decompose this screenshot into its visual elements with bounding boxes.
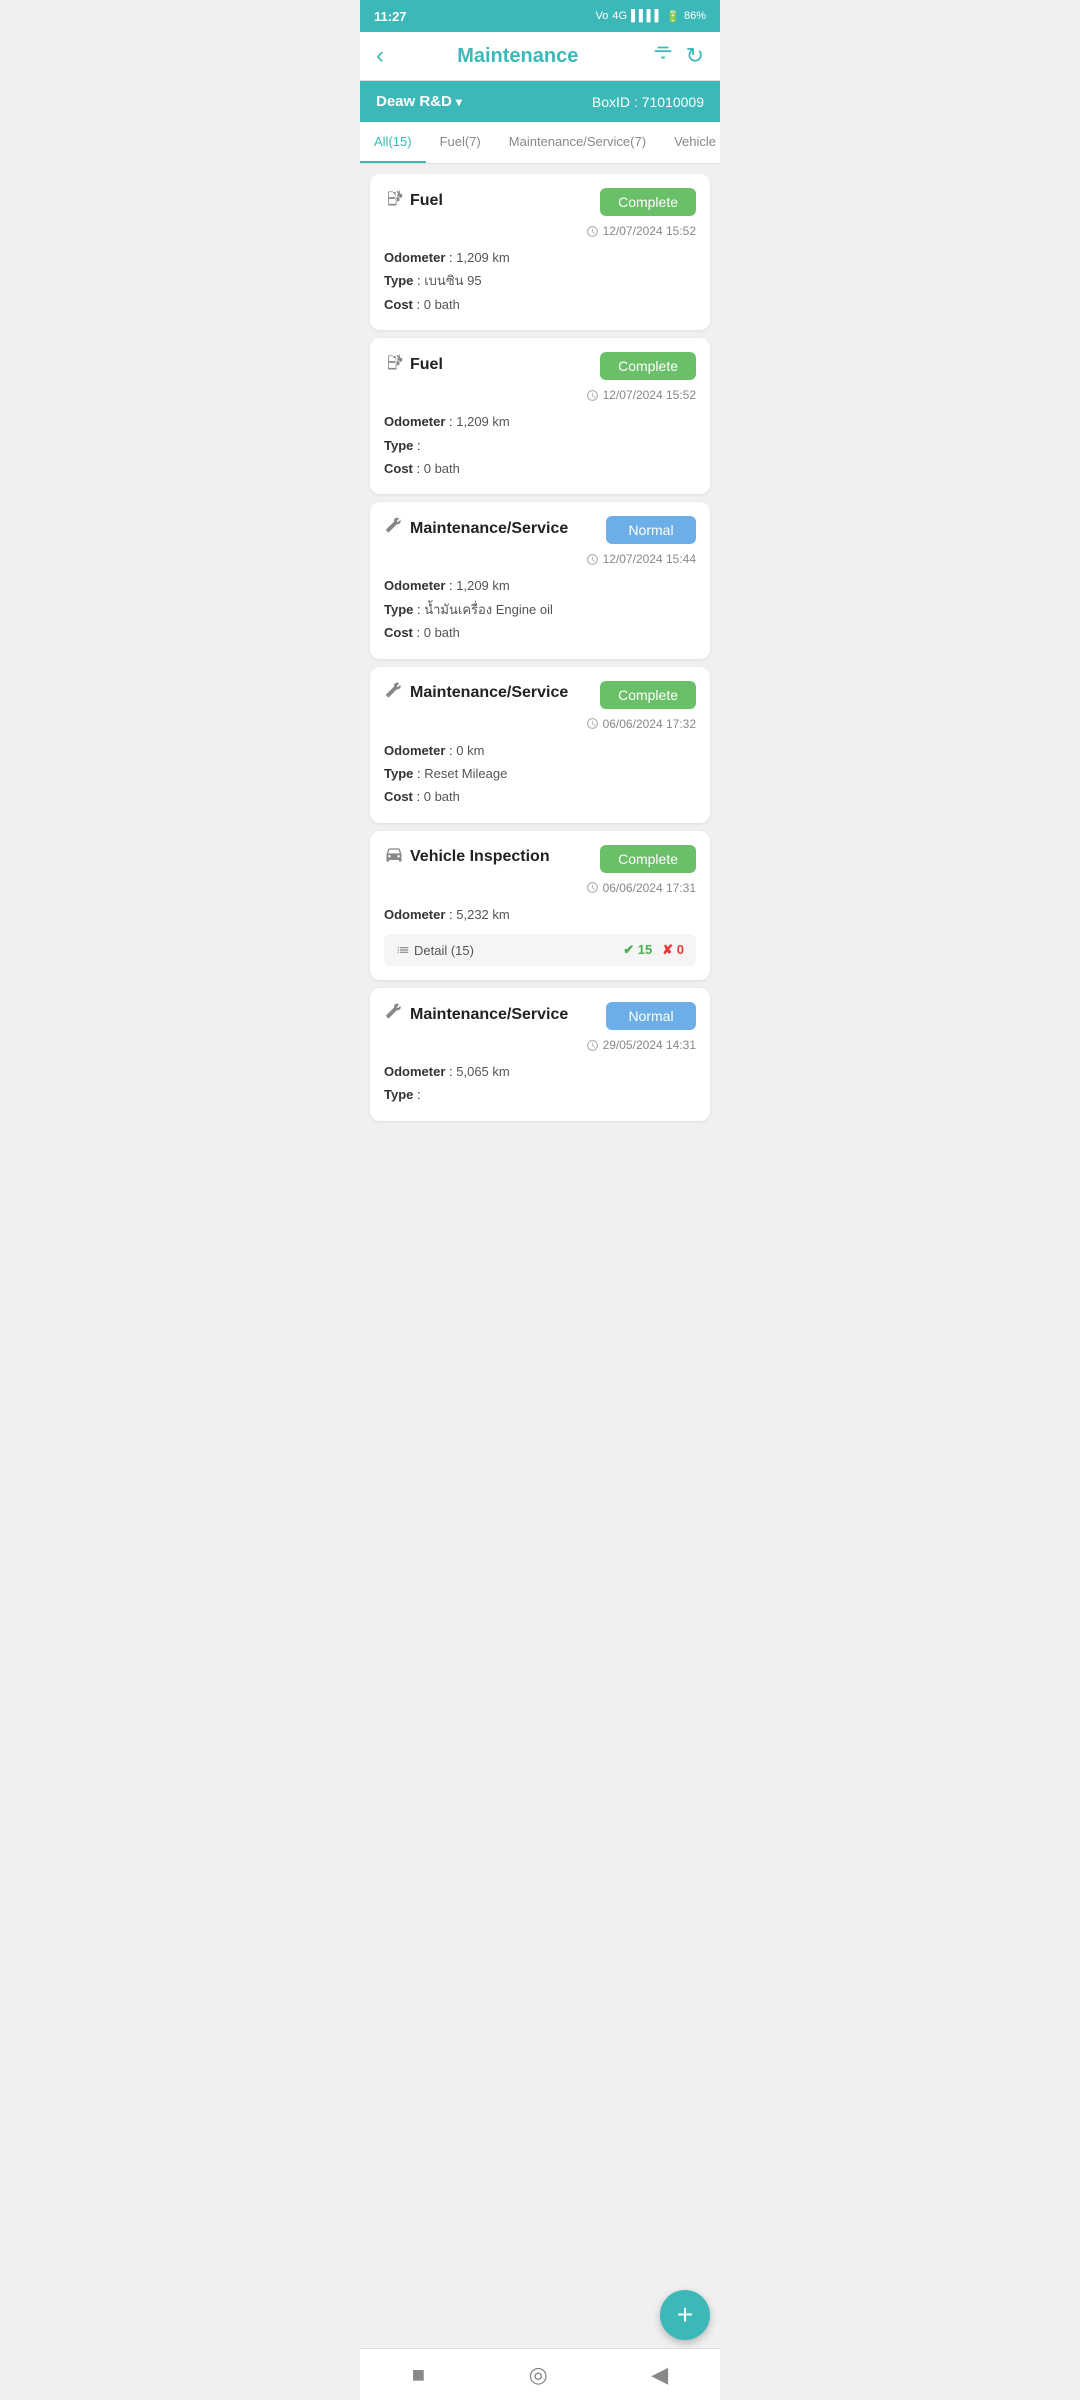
card-title-row: Maintenance/Service xyxy=(384,516,568,541)
card-type-icon xyxy=(384,352,404,377)
card-odometer: Odometer : 1,209 km xyxy=(384,246,696,269)
status-bar: 11:27 Vo 4G ▌▌▌▌ 🔋 86% xyxy=(360,0,720,32)
card-title-row: Vehicle Inspection xyxy=(384,845,550,870)
card-title-row: Fuel xyxy=(384,352,443,377)
card-title: Maintenance/Service xyxy=(410,1006,568,1024)
card-title: Maintenance/Service xyxy=(410,684,568,702)
detail-badges: ✔ 15 ✘ 0 xyxy=(623,942,684,958)
card-item[interactable]: Maintenance/Service Normal 12/07/2024 15… xyxy=(370,502,710,658)
vehicle-detail-row[interactable]: Detail (15) ✔ 15 ✘ 0 xyxy=(384,934,696,966)
tab-3[interactable]: Vehicle Inspection( xyxy=(660,122,720,163)
card-type: Type : เบนซิน 95 xyxy=(384,269,696,292)
card-datetime: 29/05/2024 14:31 xyxy=(586,1038,696,1052)
card-detail: Odometer : 0 km Type : Reset Mileage Cos… xyxy=(384,739,696,809)
tab-0[interactable]: All(15) xyxy=(360,122,426,163)
status-button[interactable]: Normal xyxy=(606,516,696,544)
box-id: BoxID : 71010009 xyxy=(592,94,704,110)
card-odometer: Odometer : 0 km xyxy=(384,739,696,762)
card-type-icon xyxy=(384,845,404,870)
dropdown-icon: ▾ xyxy=(456,95,462,109)
nav-square-button[interactable]: ■ xyxy=(412,2362,425,2388)
card-type-icon xyxy=(384,681,404,706)
content-area: Fuel Complete 12/07/2024 15:52 Odometer … xyxy=(360,164,720,1201)
card-type: Type : น้ำมันเครื่อง Engine oil xyxy=(384,598,696,621)
status-icons: Vo 4G ▌▌▌▌ 🔋 86% xyxy=(596,10,706,23)
card-type-icon xyxy=(384,1002,404,1027)
card-title-row: Maintenance/Service xyxy=(384,1002,568,1027)
tab-1[interactable]: Fuel(7) xyxy=(426,122,495,163)
filter-button[interactable] xyxy=(652,42,674,70)
card-item[interactable]: Vehicle Inspection Complete 06/06/2024 1… xyxy=(370,831,710,980)
signal-icon: ▌▌▌▌ xyxy=(631,10,662,22)
card-datetime: 12/07/2024 15:52 xyxy=(586,388,696,402)
nav-home-button[interactable]: ◎ xyxy=(529,2362,548,2388)
bottom-nav: ■ ◎ ◀ xyxy=(360,2348,720,2400)
card-odometer: Odometer : 5,065 km xyxy=(384,1060,696,1083)
card-odometer: Odometer : 1,209 km xyxy=(384,410,696,433)
tabs-bar: All(15)Fuel(7)Maintenance/Service(7)Vehi… xyxy=(360,122,720,164)
location-bar: Deaw R&D ▾ BoxID : 71010009 xyxy=(360,81,720,122)
network-icon: 4G xyxy=(612,10,627,22)
volte-icon: Vo xyxy=(596,10,609,22)
card-cost: Cost : 0 bath xyxy=(384,293,696,316)
status-button[interactable]: Complete xyxy=(600,352,696,380)
battery-icon: 🔋 xyxy=(666,10,680,23)
card-right: Complete 06/06/2024 17:32 xyxy=(586,681,696,731)
card-title-row: Maintenance/Service xyxy=(384,681,568,706)
add-fab-button[interactable]: + xyxy=(660,2290,710,2340)
card-detail: Odometer : 5,232 km xyxy=(384,903,696,926)
card-title-row: Fuel xyxy=(384,188,443,213)
status-button[interactable]: Complete xyxy=(600,681,696,709)
status-button[interactable]: Complete xyxy=(600,845,696,873)
card-detail: Odometer : 1,209 km Type : Cost : 0 bath xyxy=(384,410,696,480)
card-title: Fuel xyxy=(410,192,443,210)
card-right: Normal 12/07/2024 15:44 xyxy=(586,516,696,566)
location-name[interactable]: Deaw R&D ▾ xyxy=(376,93,462,110)
card-item[interactable]: Fuel Complete 12/07/2024 15:52 Odometer … xyxy=(370,174,710,330)
nav-back-button[interactable]: ◀ xyxy=(651,2362,668,2388)
card-type: Type : Reset Mileage xyxy=(384,762,696,785)
card-title: Fuel xyxy=(410,356,443,374)
card-type: Type : xyxy=(384,434,696,457)
status-button[interactable]: Normal xyxy=(606,1002,696,1030)
page-title: Maintenance xyxy=(457,45,578,68)
app-bar: ‹ Maintenance ↻ xyxy=(360,32,720,81)
card-cost: Cost : 0 bath xyxy=(384,457,696,480)
status-time: 11:27 xyxy=(374,9,407,24)
card-title: Vehicle Inspection xyxy=(410,848,550,866)
card-right: Complete 12/07/2024 15:52 xyxy=(586,188,696,238)
card-item[interactable]: Maintenance/Service Normal 29/05/2024 14… xyxy=(370,988,710,1121)
fail-badge: ✘ 0 xyxy=(662,942,684,958)
card-cost: Cost : 0 bath xyxy=(384,621,696,644)
card-datetime: 12/07/2024 15:52 xyxy=(586,224,696,238)
back-button[interactable]: ‹ xyxy=(376,42,384,70)
card-detail: Odometer : 1,209 km Type : เบนซิน 95 Cos… xyxy=(384,246,696,316)
refresh-button[interactable]: ↻ xyxy=(686,43,704,69)
card-datetime: 06/06/2024 17:31 xyxy=(586,881,696,895)
card-cost: Cost : 0 bath xyxy=(384,785,696,808)
card-datetime: 06/06/2024 17:32 xyxy=(586,717,696,731)
card-type-icon xyxy=(384,516,404,541)
card-odometer: Odometer : 1,209 km xyxy=(384,574,696,597)
card-item[interactable]: Maintenance/Service Complete 06/06/2024 … xyxy=(370,667,710,823)
card-right: Normal 29/05/2024 14:31 xyxy=(586,1002,696,1052)
status-button[interactable]: Complete xyxy=(600,188,696,216)
card-title: Maintenance/Service xyxy=(410,520,568,538)
card-item[interactable]: Fuel Complete 12/07/2024 15:52 Odometer … xyxy=(370,338,710,494)
card-type: Type : xyxy=(384,1083,696,1106)
detail-label: Detail (15) xyxy=(396,943,474,958)
tab-2[interactable]: Maintenance/Service(7) xyxy=(495,122,660,163)
card-right: Complete 06/06/2024 17:31 xyxy=(586,845,696,895)
pass-badge: ✔ 15 xyxy=(623,942,652,958)
card-type-icon xyxy=(384,188,404,213)
card-odometer: Odometer : 5,232 km xyxy=(384,903,696,926)
battery-percent: 86% xyxy=(684,10,706,22)
card-right: Complete 12/07/2024 15:52 xyxy=(586,352,696,402)
card-datetime: 12/07/2024 15:44 xyxy=(586,552,696,566)
card-detail: Odometer : 5,065 km Type : xyxy=(384,1060,696,1107)
card-detail: Odometer : 1,209 km Type : น้ำมันเครื่อง… xyxy=(384,574,696,644)
